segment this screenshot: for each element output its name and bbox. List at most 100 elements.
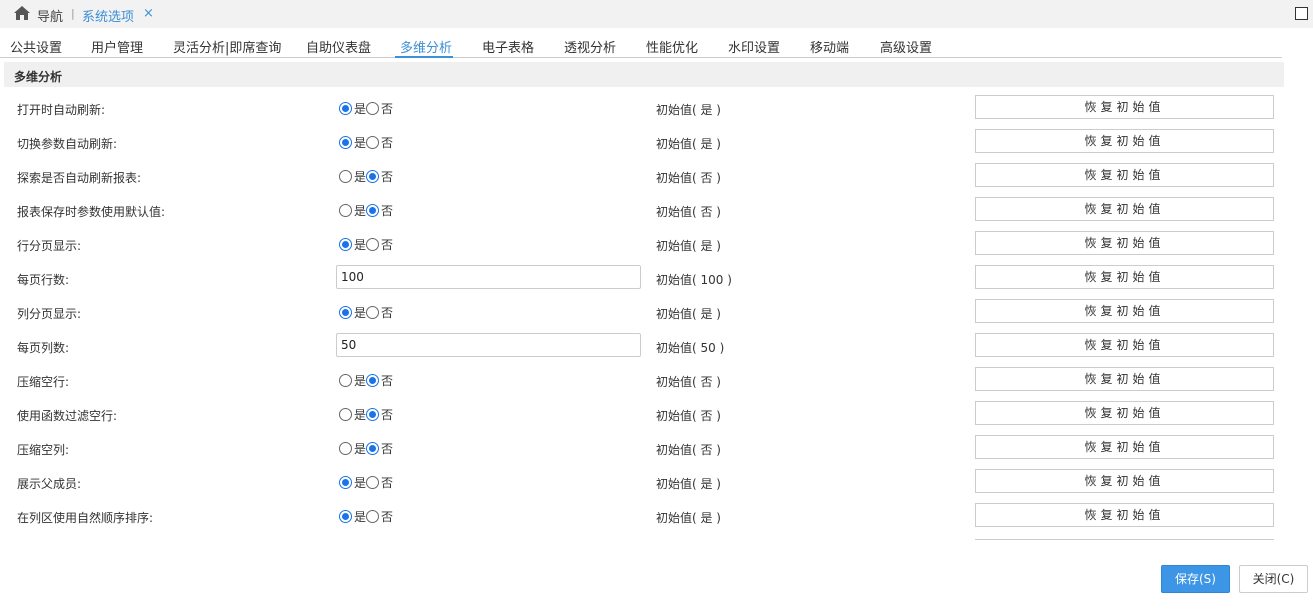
reset-button[interactable]: 恢复初始值 (975, 435, 1274, 459)
reset-button[interactable]: 恢复初始值 (975, 129, 1274, 153)
setting-label: 在列区使用自然顺序排序: (17, 511, 154, 525)
radio-yes[interactable] (339, 442, 352, 455)
radio-no-label[interactable]: 否 (381, 134, 393, 151)
radio-no-label[interactable]: 否 (381, 474, 393, 491)
radio-yes[interactable] (339, 306, 352, 319)
number-input[interactable] (336, 265, 641, 289)
radio-no-label[interactable]: 否 (381, 304, 393, 321)
radio-yes-label[interactable]: 是 (354, 236, 366, 253)
nav-label[interactable]: 导航 (37, 6, 63, 25)
reset-button[interactable]: 恢复初始值 (975, 367, 1274, 391)
radio-yes[interactable] (339, 374, 352, 387)
radio-yes-label[interactable]: 是 (354, 168, 366, 185)
reset-button[interactable]: 恢复初始值 (975, 299, 1274, 323)
radio-no[interactable] (366, 136, 380, 149)
list-scroll-edge (975, 539, 1274, 540)
tab-9[interactable]: 移动端 (810, 37, 849, 56)
radio-yes-label[interactable]: 是 (354, 304, 366, 321)
radio-no-label[interactable]: 否 (381, 168, 393, 185)
radio-yes[interactable] (339, 170, 352, 183)
section-header: 多维分析 (4, 62, 1284, 87)
radio-no-label[interactable]: 否 (381, 100, 393, 117)
tab-8[interactable]: 水印设置 (728, 37, 780, 56)
radio-no[interactable] (366, 102, 380, 115)
radio-yes[interactable] (339, 408, 352, 421)
radio-no-label[interactable]: 否 (381, 236, 393, 253)
reset-button[interactable]: 恢复初始值 (975, 469, 1274, 493)
radio-yes[interactable] (339, 136, 352, 149)
radio-group: 是否 (339, 304, 393, 320)
tab-0[interactable]: 公共设置 (10, 37, 62, 56)
home-icon[interactable] (14, 6, 30, 20)
radio-yes[interactable] (339, 476, 352, 489)
initial-value-text: 初始值( 否 ) (656, 375, 721, 389)
radio-group: 是否 (339, 406, 393, 422)
radio-yes[interactable] (339, 238, 352, 251)
radio-yes-label[interactable]: 是 (354, 372, 366, 389)
reset-button[interactable]: 恢复初始值 (975, 333, 1274, 357)
radio-no[interactable] (366, 510, 380, 523)
reset-button[interactable]: 恢复初始值 (975, 265, 1274, 289)
setting-row: 压缩空行: 是否 初始值( 否 ) 恢复初始值 (0, 363, 1313, 397)
radio-no[interactable] (366, 170, 380, 183)
tab-1[interactable]: 用户管理 (91, 37, 143, 56)
radio-no[interactable] (366, 238, 380, 251)
tab-5[interactable]: 电子表格 (482, 37, 534, 56)
radio-no[interactable] (366, 306, 380, 319)
radio-yes-label[interactable]: 是 (354, 508, 366, 525)
close-icon[interactable]: × (143, 6, 154, 21)
reset-button[interactable]: 恢复初始值 (975, 163, 1274, 187)
radio-no[interactable] (366, 476, 380, 489)
radio-no-label[interactable]: 否 (381, 372, 393, 389)
close-button[interactable]: 关闭(C) (1239, 565, 1308, 593)
radio-no[interactable] (366, 204, 380, 217)
radio-no[interactable] (366, 442, 380, 455)
tab-2[interactable]: 灵活分析|即席查询 (173, 37, 281, 56)
radio-yes-label[interactable]: 是 (354, 100, 366, 117)
top-bar: 导航 | 系统选项 × (0, 0, 1313, 28)
number-input[interactable] (336, 333, 641, 357)
radio-no[interactable] (366, 408, 380, 421)
active-tab-underline (395, 56, 453, 58)
tab-system-options[interactable]: 系统选项 (82, 6, 134, 25)
radio-yes-label[interactable]: 是 (354, 202, 366, 219)
radio-no-label[interactable]: 否 (381, 406, 393, 423)
setting-label: 行分页显示: (17, 239, 82, 253)
radio-no[interactable] (366, 374, 380, 387)
radio-yes[interactable] (339, 102, 352, 115)
setting-row: 使用函数过滤空行: 是否 初始值( 否 ) 恢复初始值 (0, 397, 1313, 431)
tab-3[interactable]: 自助仪表盘 (306, 37, 371, 56)
setting-label: 每页行数: (17, 273, 70, 287)
radio-yes[interactable] (339, 510, 352, 523)
save-button[interactable]: 保存(S) (1161, 565, 1230, 593)
radio-yes-label[interactable]: 是 (354, 134, 366, 151)
reset-button[interactable]: 恢复初始值 (975, 231, 1274, 255)
setting-label: 列分页显示: (17, 307, 82, 321)
maximize-icon[interactable] (1295, 7, 1308, 20)
reset-button[interactable]: 恢复初始值 (975, 95, 1274, 119)
reset-button[interactable]: 恢复初始值 (975, 503, 1274, 527)
radio-yes-label[interactable]: 是 (354, 474, 366, 491)
setting-row: 列分页显示: 是否 初始值( 是 ) 恢复初始值 (0, 295, 1313, 329)
radio-no-label[interactable]: 否 (381, 202, 393, 219)
setting-label: 探索是否自动刷新报表: (17, 171, 142, 185)
radio-group: 是否 (339, 168, 393, 184)
tab-4[interactable]: 多维分析 (400, 37, 452, 56)
tab-6[interactable]: 透视分析 (564, 37, 616, 56)
reset-button[interactable]: 恢复初始值 (975, 197, 1274, 221)
setting-label: 压缩空列: (17, 443, 70, 457)
radio-no-label[interactable]: 否 (381, 508, 393, 525)
radio-group: 是否 (339, 372, 393, 388)
setting-row: 每页列数: 初始值( 50 ) 恢复初始值 (0, 329, 1313, 363)
reset-button[interactable]: 恢复初始值 (975, 401, 1274, 425)
tab-10[interactable]: 高级设置 (880, 37, 932, 56)
tab-7[interactable]: 性能优化 (646, 37, 698, 56)
radio-yes-label[interactable]: 是 (354, 406, 366, 423)
radio-group: 是否 (339, 474, 393, 490)
settings-tabs: 公共设置 用户管理 灵活分析|即席查询 自助仪表盘 多维分析 电子表格 透视分析 性能优化 水印… (0, 34, 1282, 58)
radio-yes[interactable] (339, 204, 352, 217)
radio-no-label[interactable]: 否 (381, 440, 393, 457)
radio-yes-label[interactable]: 是 (354, 440, 366, 457)
setting-label: 使用函数过滤空行: (17, 409, 118, 423)
initial-value-text: 初始值( 是 ) (656, 511, 721, 525)
